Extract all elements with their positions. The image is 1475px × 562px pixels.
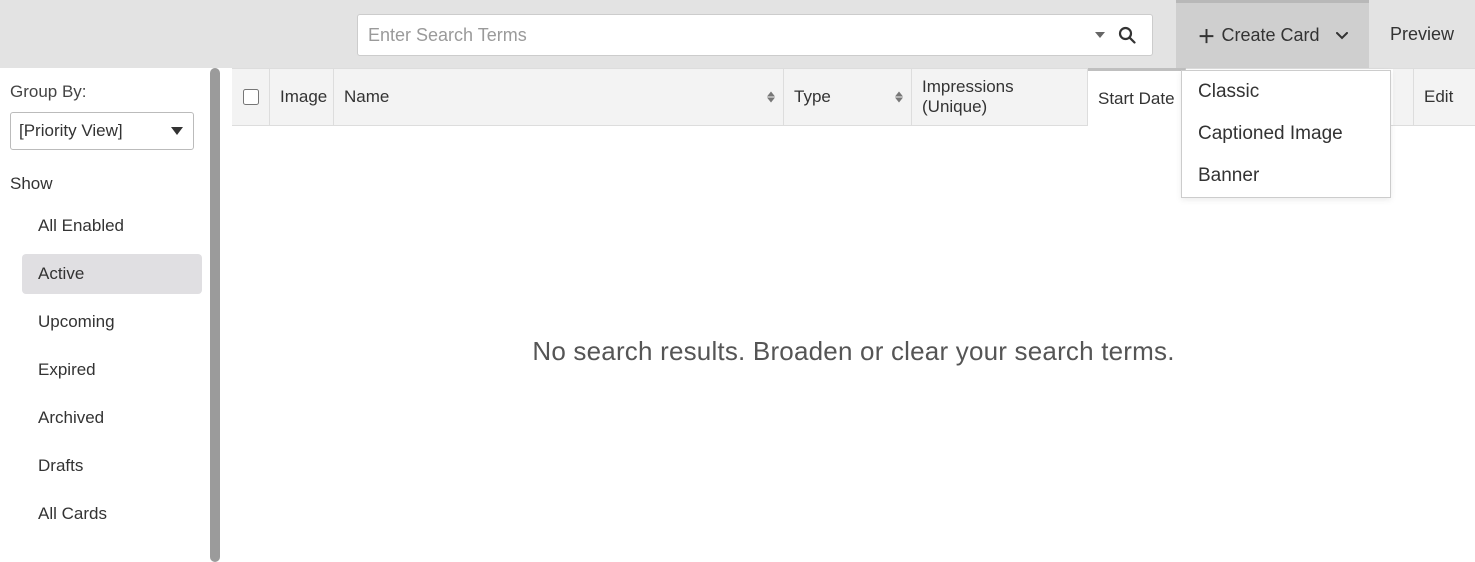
preview-label: Preview	[1390, 24, 1454, 45]
show-filter-item[interactable]: All Enabled	[22, 206, 202, 246]
column-header-start-date[interactable]: Start Date	[1088, 68, 1186, 127]
show-filter-item[interactable]: All Cards	[22, 494, 202, 534]
caret-down-icon	[1095, 32, 1105, 38]
column-header-name-label: Name	[344, 87, 389, 107]
create-card-label: Create Card	[1221, 25, 1319, 46]
sort-icon	[895, 92, 903, 103]
column-header-type[interactable]: Type	[784, 69, 912, 125]
search-field-wrap	[357, 14, 1153, 56]
column-header-partial	[1393, 69, 1414, 125]
sidebar-scrollbar[interactable]	[210, 68, 220, 562]
column-header-type-label: Type	[794, 87, 831, 107]
show-filter-item[interactable]: Expired	[22, 350, 202, 390]
column-select-all	[232, 69, 270, 125]
column-header-edit[interactable]: Edit	[1414, 69, 1464, 125]
create-card-menu-item[interactable]: Captioned Image	[1182, 113, 1390, 155]
column-header-name[interactable]: Name	[334, 69, 784, 125]
create-card-menu: ClassicCaptioned ImageBanner	[1181, 70, 1391, 198]
show-filter-list: All Enabled Active Upcoming Expired Archived…	[10, 206, 202, 534]
empty-results-message: No search results. Broaden or clear your…	[232, 336, 1475, 367]
chevron-down-icon	[1336, 32, 1348, 40]
create-card-menu-item[interactable]: Classic	[1182, 71, 1390, 113]
column-header-image[interactable]: Image	[270, 69, 334, 125]
show-filter-item[interactable]: Archived	[22, 398, 202, 438]
column-header-image-label: Image	[280, 87, 327, 107]
column-header-start-date-label: Start Date	[1098, 89, 1175, 109]
show-filter-item[interactable]: Active	[22, 254, 202, 294]
search-icon	[1118, 26, 1136, 44]
group-by-value: [Priority View]	[19, 121, 123, 141]
show-filter-item[interactable]: Drafts	[22, 446, 202, 486]
search-input[interactable]	[368, 25, 1088, 46]
group-by-label: Group By:	[10, 82, 202, 102]
column-header-edit-label: Edit	[1424, 87, 1453, 107]
search-filter-dropdown-trigger[interactable]	[1088, 32, 1112, 38]
column-header-impressions-label: Impressions (Unique)	[922, 77, 1077, 117]
top-toolbar: ＋ Create Card Preview	[0, 0, 1475, 68]
preview-button[interactable]: Preview	[1369, 0, 1475, 68]
group-by-select[interactable]: [Priority View]	[10, 112, 194, 150]
show-filter-item[interactable]: Upcoming	[22, 302, 202, 342]
show-label: Show	[10, 174, 202, 194]
create-card-button[interactable]: ＋ Create Card	[1176, 0, 1369, 68]
plus-icon: ＋	[1197, 23, 1215, 49]
sort-icon	[767, 92, 775, 103]
create-card-menu-item[interactable]: Banner	[1182, 155, 1390, 197]
sidebar: Group By: [Priority View] Show All Enabl…	[0, 68, 210, 562]
search-submit-button[interactable]	[1112, 26, 1142, 44]
caret-down-icon	[171, 127, 183, 135]
select-all-checkbox[interactable]	[243, 89, 259, 105]
column-header-impressions[interactable]: Impressions (Unique)	[912, 69, 1088, 125]
